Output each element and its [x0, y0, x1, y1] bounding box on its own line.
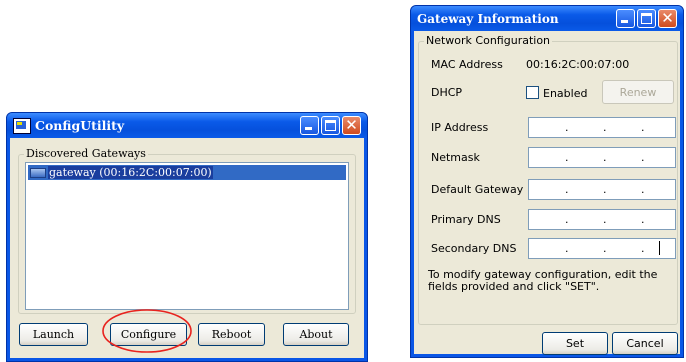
maximize-icon: [325, 120, 336, 131]
minimize-icon: [305, 127, 312, 130]
window-title: Gateway Information: [417, 11, 559, 26]
about-label: About: [299, 328, 333, 341]
gateway-info-titlebar[interactable]: Gateway Information ✕: [411, 6, 683, 31]
close-icon: ✕: [661, 9, 674, 27]
launch-button[interactable]: Launch: [19, 323, 88, 346]
octet-separator: .: [603, 183, 607, 196]
group-label: Discovered Gateways: [24, 147, 148, 160]
octet-separator: .: [641, 151, 645, 164]
primary-dns-field[interactable]: . . .: [528, 209, 676, 230]
gateway-info-window: Gateway Information ✕ Network Configurat…: [410, 5, 684, 358]
minimize-icon: [621, 20, 628, 23]
ip-address-field[interactable]: . . .: [528, 117, 676, 138]
config-utility-titlebar[interactable]: ConfigUtility ✕: [7, 113, 367, 138]
dhcp-checkbox[interactable]: [526, 86, 539, 99]
app-icon: [13, 117, 31, 134]
secondary-dns-label: Secondary DNS: [431, 242, 517, 255]
default-gateway-field[interactable]: . . .: [528, 179, 676, 200]
maximize-button[interactable]: [637, 9, 656, 28]
about-button[interactable]: About: [283, 323, 349, 346]
dhcp-checkbox-label: Enabled: [543, 87, 588, 100]
group-label: Network Configuration: [424, 34, 553, 47]
gateway-item-label: gateway (00:16:2C:00:07:00): [48, 166, 213, 179]
octet-separator: .: [565, 121, 569, 134]
gateway-info-client: Network Configuration MAC Address 00:16:…: [414, 31, 680, 355]
netmask-label: Netmask: [431, 151, 480, 164]
octet-separator: .: [565, 151, 569, 164]
gateway-device-icon: [30, 167, 46, 178]
set-button[interactable]: Set: [542, 332, 608, 355]
octet-separator: .: [565, 213, 569, 226]
octet-separator: .: [641, 213, 645, 226]
octet-separator: .: [603, 242, 607, 255]
set-label: Set: [565, 337, 585, 350]
netmask-field[interactable]: . . .: [528, 147, 676, 168]
close-icon: ✕: [345, 116, 358, 134]
octet-separator: .: [641, 183, 645, 196]
window-title: ConfigUtility: [35, 118, 125, 133]
octet-separator: .: [565, 183, 569, 196]
mac-address-value: 00:16:2C:00:07:00: [526, 58, 630, 71]
octet-separator: .: [641, 121, 645, 134]
octet-separator: .: [603, 151, 607, 164]
mac-address-label: MAC Address: [431, 58, 503, 71]
octet-separator: .: [603, 213, 607, 226]
primary-dns-label: Primary DNS: [431, 213, 501, 226]
renew-label: Renew: [619, 85, 657, 99]
minimize-button[interactable]: [300, 116, 319, 135]
gateway-list[interactable]: gateway (00:16:2C:00:07:00): [25, 162, 349, 310]
text-cursor: [659, 241, 660, 255]
launch-label: Launch: [32, 328, 75, 341]
maximize-button[interactable]: [321, 116, 340, 135]
cancel-label: Cancel: [626, 337, 664, 350]
cancel-button[interactable]: Cancel: [612, 332, 678, 355]
reboot-button[interactable]: Reboot: [198, 323, 265, 346]
dhcp-label: DHCP: [431, 86, 463, 99]
close-button[interactable]: ✕: [658, 9, 677, 28]
minimize-button[interactable]: [616, 9, 635, 28]
ip-address-label: IP Address: [431, 121, 489, 134]
instructions-text: To modify gateway configuration, edit th…: [428, 268, 658, 293]
gateway-list-item[interactable]: gateway (00:16:2C:00:07:00): [28, 165, 346, 180]
reboot-label: Reboot: [211, 328, 252, 341]
octet-separator: .: [603, 121, 607, 134]
close-button[interactable]: ✕: [342, 116, 361, 135]
renew-button[interactable]: Renew: [602, 80, 674, 104]
highlight-circle: [102, 309, 192, 353]
discovered-gateways-group: Discovered Gateways gateway (00:16:2C:00…: [18, 147, 356, 314]
secondary-dns-field[interactable]: . . .: [528, 238, 676, 259]
octet-separator: .: [565, 242, 569, 255]
default-gateway-label: Default Gateway: [431, 183, 524, 196]
maximize-icon: [641, 13, 652, 24]
octet-separator: .: [641, 242, 645, 255]
